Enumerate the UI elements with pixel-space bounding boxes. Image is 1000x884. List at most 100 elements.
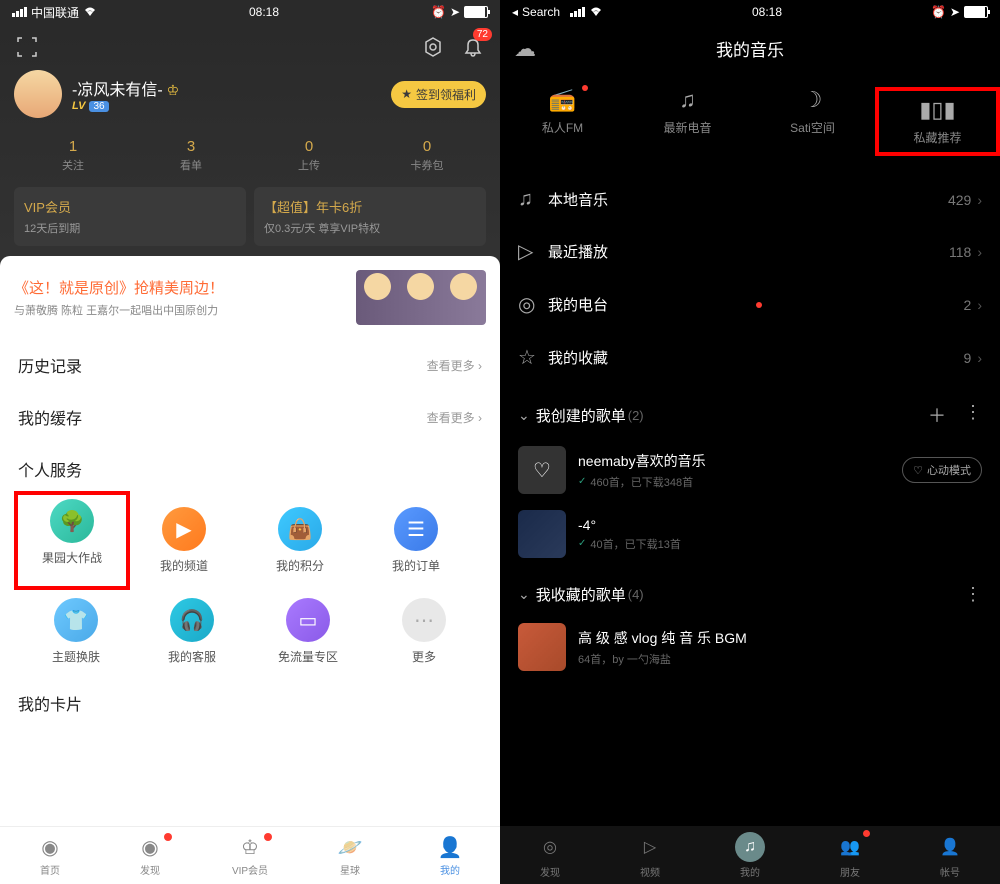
tab-video[interactable]: ▷视频 xyxy=(600,826,700,884)
avatar[interactable] xyxy=(14,70,62,118)
tab-friends[interactable]: 👥朋友 xyxy=(800,826,900,884)
stat-watchlist[interactable]: 3看单 xyxy=(132,138,250,173)
tab-vip[interactable]: ♔VIP会员 xyxy=(200,827,300,884)
cat-sati[interactable]: ☽Sati空间 xyxy=(750,87,875,156)
cat-private-rec[interactable]: ▮▯▮私藏推荐 xyxy=(875,87,1000,156)
chevron-right-icon: › xyxy=(977,244,982,260)
cards-header: 我的卡片 xyxy=(18,677,482,729)
item-local-music[interactable]: ♫ 本地音乐 429 › xyxy=(500,174,1000,225)
settings-icon[interactable] xyxy=(420,34,446,60)
scan-icon[interactable] xyxy=(14,34,40,60)
service-freedata[interactable]: ▭免流量专区 xyxy=(250,586,366,677)
tab-home[interactable]: ◉首页 xyxy=(0,827,100,884)
more-icon[interactable]: ⋮ xyxy=(964,584,982,605)
badge-dot xyxy=(264,833,272,841)
favorited-playlists-header[interactable]: ⌄ 我收藏的歌单 (4) ⋮ xyxy=(500,566,1000,615)
service-channel[interactable]: ▶我的频道 xyxy=(126,495,242,586)
level-badge: 36 xyxy=(89,101,108,112)
checkin-label: 签到领福利 xyxy=(416,86,476,103)
tree-icon: 🌳 xyxy=(50,499,94,543)
tab-mine[interactable]: ♫我的 xyxy=(700,826,800,884)
heart-mode-button[interactable]: ♡心动模式 xyxy=(902,457,982,483)
tab-bar: ◉首页 ◉发现 ♔VIP会员 🪐星球 👤我的 xyxy=(0,826,500,884)
alarm-icon: ⏰ xyxy=(931,5,946,19)
card-icon: ▭ xyxy=(286,598,330,642)
location-icon: ➤ xyxy=(450,5,460,19)
back-label[interactable]: Search xyxy=(522,5,560,19)
bag-icon: 👜 xyxy=(278,507,322,551)
banner-subtitle: 与萧敬腾 陈粒 王嘉尔一起唱出中国原创力 xyxy=(14,302,356,318)
chevron-right-icon: › xyxy=(478,359,482,373)
tab-mine[interactable]: 👤我的 xyxy=(400,827,500,884)
history-row[interactable]: 历史记录 查看更多 › xyxy=(18,339,482,391)
vip-member-card[interactable]: VIP会员 12天后到期 xyxy=(14,187,246,246)
bars-icon: ▮▯▮ xyxy=(919,97,955,123)
playlist-cover: ♡ xyxy=(518,446,566,494)
stat-upload[interactable]: 0上传 xyxy=(250,138,368,173)
service-orchard[interactable]: 🌳果园大作战 xyxy=(14,491,130,590)
more-icon[interactable]: ⋮ xyxy=(964,402,982,428)
service-points[interactable]: 👜我的积分 xyxy=(242,495,358,586)
tab-discover[interactable]: ◎发现 xyxy=(500,826,600,884)
person-icon: 👤 xyxy=(438,835,463,860)
cat-fm[interactable]: 📻私人FM xyxy=(500,87,625,156)
wifi-icon xyxy=(589,5,603,19)
service-support[interactable]: 🎧我的客服 xyxy=(134,586,250,677)
level-prefix: LV xyxy=(72,100,85,112)
people-icon: 👥 xyxy=(835,832,865,862)
playlist-vlog-bgm[interactable]: 高 级 感 vlog 纯 音 乐 BGM 64首，by 一勺海盐 xyxy=(500,615,1000,679)
battery-icon xyxy=(464,6,488,18)
item-my-favorites[interactable]: ☆ 我的收藏 9 › xyxy=(500,331,1000,384)
status-bar: ◂ Search 08:18 ⏰ ➤ xyxy=(500,0,1000,24)
signal-icon xyxy=(12,7,27,17)
crown-icon: ♔ xyxy=(241,835,259,860)
item-my-radio[interactable]: ◎ 我的电台 2 › xyxy=(500,278,1000,331)
service-theme[interactable]: 👕主题换肤 xyxy=(18,586,134,677)
service-orders[interactable]: ☰我的订单 xyxy=(358,495,474,586)
checkin-button[interactable]: ★ 签到领福利 xyxy=(391,81,486,108)
coin-icon: ★ xyxy=(401,87,412,101)
service-more[interactable]: ⋯更多 xyxy=(366,586,482,677)
headset-icon: 🎧 xyxy=(170,598,214,642)
verified-icon: ✓ xyxy=(578,538,586,549)
quick-categories: 📻私人FM ♫最新电音 ☽Sati空间 ▮▯▮私藏推荐 亲 xyxy=(500,73,1000,174)
wave-icon: ♫ xyxy=(679,87,696,113)
promo-banner[interactable]: 《这！就是原创》抢精美周边！ 与萧敬腾 陈粒 王嘉尔一起唱出中国原创力 xyxy=(0,256,500,339)
back-chevron-icon[interactable]: ◂ xyxy=(512,5,518,19)
list-icon: ☰ xyxy=(394,507,438,551)
tab-account[interactable]: 👤帐号 xyxy=(900,826,1000,884)
notification-button[interactable]: 72 xyxy=(460,34,486,60)
stat-coupon[interactable]: 0卡券包 xyxy=(368,138,486,173)
status-time: 08:18 xyxy=(752,5,782,19)
verified-icon: ✓ xyxy=(578,476,586,487)
created-playlists-header[interactable]: ⌄ 我创建的歌单 (2) ＋ ⋮ xyxy=(500,384,1000,438)
chevron-right-icon: › xyxy=(977,192,982,208)
item-recent-play[interactable]: ▷ 最近播放 118 › xyxy=(500,225,1000,278)
add-icon[interactable]: ＋ xyxy=(928,402,946,428)
vip-annual-card[interactable]: 【超值】年卡6折 仅0.3元/天 尊享VIP特权 xyxy=(254,187,486,246)
chevron-down-icon: ⌄ xyxy=(518,586,530,603)
dots-icon: ⋯ xyxy=(402,598,446,642)
alarm-icon: ⏰ xyxy=(431,5,446,19)
tab-planet[interactable]: 🪐星球 xyxy=(300,827,400,884)
cat-electronic[interactable]: ♫最新电音 xyxy=(625,87,750,156)
phone-screen-right: ◂ Search 08:18 ⏰ ➤ ☁ 我的音乐 📻私人FM ♫最新电音 ☽S… xyxy=(500,0,1000,884)
radio-icon: 📻 xyxy=(549,87,576,113)
chevron-right-icon: › xyxy=(478,411,482,425)
heart-icon: ♡ xyxy=(913,464,923,477)
playlist-minus4[interactable]: -4° ✓40首，已下载13首 xyxy=(500,502,1000,566)
location-icon: ➤ xyxy=(950,5,960,19)
playlist-liked[interactable]: ♡ neemaby喜欢的音乐 ✓460首，已下载348首 ♡心动模式 xyxy=(500,438,1000,502)
star-person-icon: ☆ xyxy=(518,345,548,370)
planet-icon: 🪐 xyxy=(338,835,363,860)
cloud-icon[interactable]: ☁ xyxy=(514,36,536,62)
status-time: 08:18 xyxy=(249,5,279,19)
cache-row[interactable]: 我的缓存 查看更多 › xyxy=(18,391,482,443)
badge-dot xyxy=(582,85,588,91)
stat-follow[interactable]: 1关注 xyxy=(14,138,132,173)
notification-badge: 72 xyxy=(473,28,492,41)
broadcast-icon: ◎ xyxy=(518,292,548,317)
tab-discover[interactable]: ◉发现 xyxy=(100,827,200,884)
shirt-icon: 👕 xyxy=(54,598,98,642)
tab-bar: ◎发现 ▷视频 ♫我的 👥朋友 👤帐号 xyxy=(500,826,1000,884)
